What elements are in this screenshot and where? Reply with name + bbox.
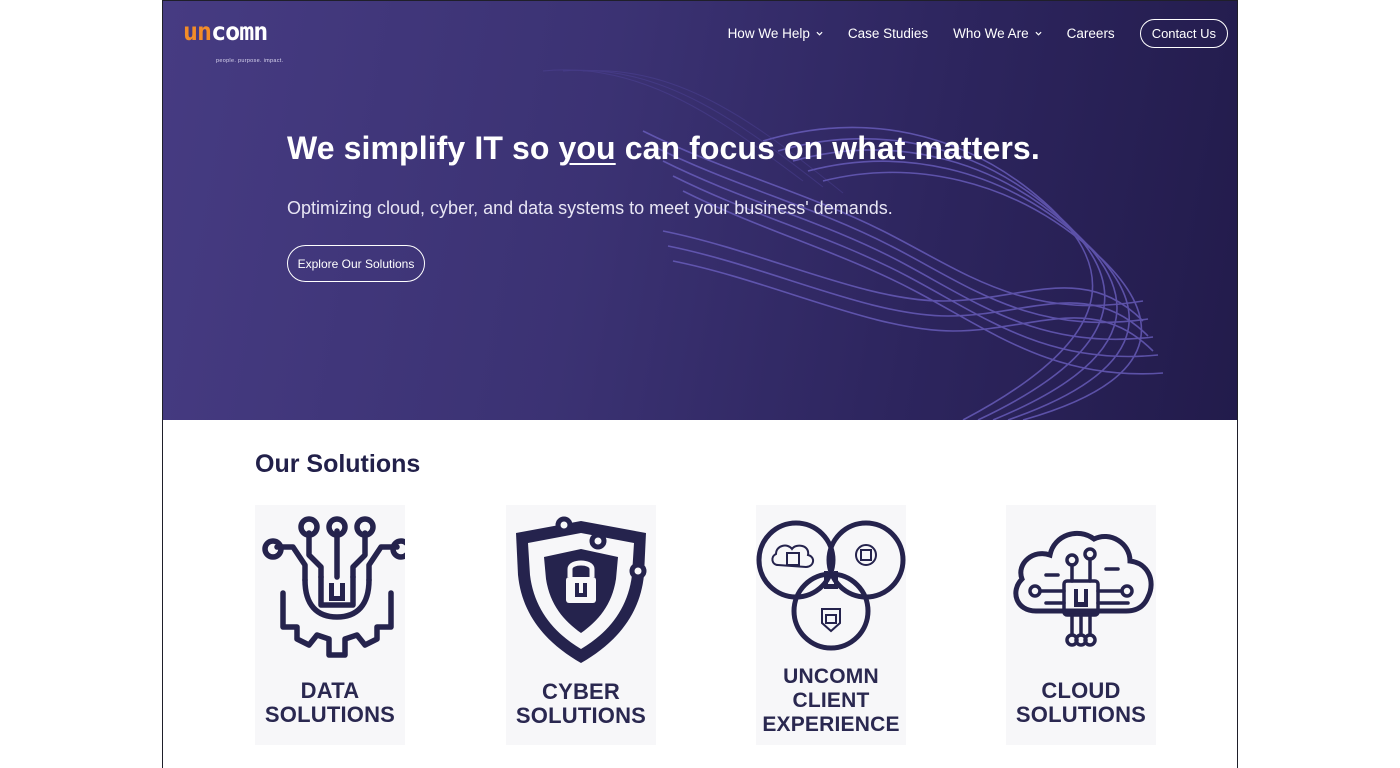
solution-card-data[interactable]: DATA SOLUTIONS: [255, 505, 405, 745]
solution-card-cyber[interactable]: CYBER SOLUTIONS: [506, 505, 656, 745]
chevron-down-icon: [816, 31, 823, 36]
solutions-title: Our Solutions: [255, 450, 421, 478]
card-label-line2: SOLUTIONS: [264, 702, 396, 727]
solution-card-cloud[interactable]: CLOUD SOLUTIONS: [1006, 505, 1156, 745]
logo-text-white: comn: [211, 17, 268, 46]
main-nav: How We Help Case Studies Who We Are Care…: [728, 19, 1228, 48]
nav-label: Case Studies: [847, 26, 929, 41]
logo-text-orange: un: [183, 17, 212, 46]
cloud-chip-icon: [1013, 530, 1154, 647]
contact-us-button[interactable]: Contact Us: [1139, 19, 1228, 48]
nav-item-careers[interactable]: Careers: [1067, 26, 1115, 41]
cyber-shield-icon: [516, 516, 647, 663]
card-label-line1: DATA: [300, 678, 360, 703]
solution-card-client-experience[interactable]: UNCOMN CLIENT EXPERIENCE: [756, 505, 906, 745]
card-label-line1: CLOUD: [1041, 678, 1121, 703]
card-label-line2: SOLUTIONS: [515, 703, 647, 728]
uncomn-logo[interactable]: uncomn people. purpose. impact.: [183, 17, 293, 65]
nav-item-who-we-are[interactable]: Who We Are: [953, 26, 1042, 41]
chevron-down-icon: [1035, 31, 1042, 36]
nav-label: How We Help: [727, 26, 810, 41]
card-label-line2: SOLUTIONS: [1015, 702, 1147, 727]
hero-section: uncomn people. purpose. impact. How We H…: [163, 1, 1237, 420]
explore-solutions-button[interactable]: Explore Our Solutions: [287, 245, 425, 282]
nav-item-how-we-help[interactable]: How We Help: [728, 26, 823, 41]
card-label-line2: CLIENT: [792, 689, 870, 712]
venn-circles-icon: [756, 520, 906, 651]
hero-subheadline: Optimizing cloud, cyber, and data system…: [287, 198, 893, 218]
card-label-line3: EXPERIENCE: [762, 713, 900, 736]
data-gear-icon: [262, 516, 405, 658]
nav-item-case-studies[interactable]: Case Studies: [848, 26, 928, 41]
headline-emphasis: you: [558, 130, 616, 166]
page: uncomn people. purpose. impact. How We H…: [162, 0, 1238, 768]
nav-label: Who We Are: [953, 26, 1029, 41]
headline-part: can focus on what matters.: [615, 130, 1040, 166]
card-label-line1: UNCOMN: [783, 665, 879, 688]
headline-part: We simplify IT so: [287, 130, 559, 166]
nav-label: Careers: [1066, 26, 1115, 41]
logo-wordmark: uncomn: [183, 17, 268, 46]
logo-tagline: people. purpose. impact.: [216, 58, 284, 64]
card-label-line1: CYBER: [541, 679, 620, 704]
hero-headline: We simplify IT so you can focus on what …: [287, 130, 1040, 167]
